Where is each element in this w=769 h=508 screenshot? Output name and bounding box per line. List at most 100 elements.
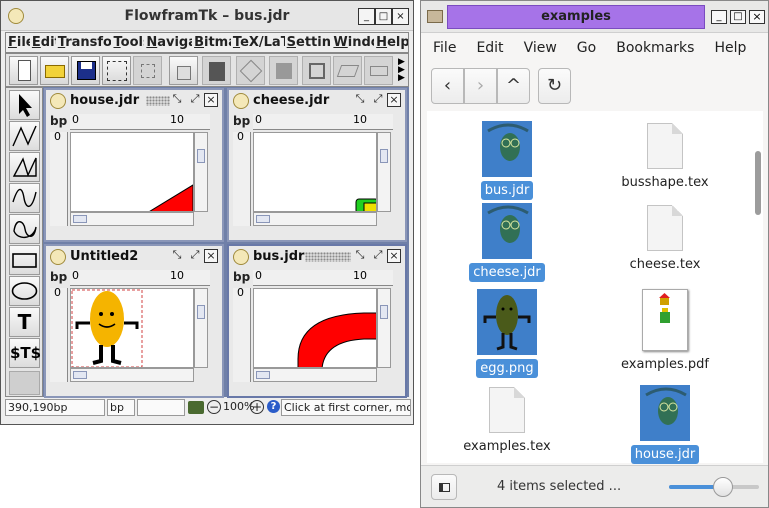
menu-help[interactable]: Help bbox=[702, 34, 754, 62]
menu-view[interactable]: View bbox=[512, 34, 565, 62]
file-item-examples-tex[interactable]: examples.tex bbox=[447, 387, 567, 456]
frame-titlebar[interactable]: bus.jdr ⤡ ⤢ × bbox=[229, 246, 405, 268]
rectangle-tool[interactable] bbox=[9, 245, 40, 275]
frame-close-button[interactable]: × bbox=[204, 93, 218, 107]
scroll-thumb[interactable] bbox=[256, 371, 270, 379]
menu-bitmap[interactable]: Bitmap bbox=[192, 33, 231, 52]
drawing-canvas[interactable] bbox=[253, 132, 377, 212]
maximize-button[interactable]: □ bbox=[730, 10, 746, 24]
menu-file[interactable]: File bbox=[6, 33, 30, 52]
horizontal-scrollbar[interactable] bbox=[70, 368, 194, 382]
document-frame-cheese[interactable]: cheese.jdr ⤡ ⤢ × bp 0 10 0 bbox=[227, 88, 407, 242]
frame-close-button[interactable]: × bbox=[387, 93, 401, 107]
document-frame-bus[interactable]: bus.jdr ⤡ ⤢ × bp 0 10 0 bbox=[227, 244, 407, 398]
closed-curve-tool[interactable] bbox=[9, 214, 40, 244]
toolbar-overflow-arrow[interactable]: ▶ ▶ ▶ bbox=[398, 58, 407, 84]
zoom-slider-handle[interactable] bbox=[713, 477, 733, 497]
menu-edit[interactable]: Edit bbox=[30, 33, 56, 52]
iconify-button[interactable]: ⤡ bbox=[170, 249, 184, 263]
frame-maximize-button[interactable]: ⤢ bbox=[188, 93, 202, 107]
back-button[interactable]: ‹ bbox=[431, 68, 464, 104]
frame-maximize-button[interactable]: ⤢ bbox=[371, 93, 385, 107]
menu-settings[interactable]: Settings bbox=[285, 33, 332, 52]
horizontal-scrollbar[interactable] bbox=[253, 212, 377, 226]
iconify-button[interactable]: ⤡ bbox=[353, 93, 367, 107]
zoom-out-icon[interactable]: − bbox=[207, 400, 221, 414]
text-tool[interactable]: T bbox=[9, 307, 40, 337]
menu-edit[interactable]: Edit bbox=[464, 34, 511, 62]
frame-close-button[interactable]: × bbox=[204, 249, 218, 263]
frame-titlebar[interactable]: Untitled2 ⤡ ⤢ × bbox=[46, 246, 222, 268]
house-shape-button[interactable] bbox=[169, 56, 198, 85]
select-all-button[interactable] bbox=[102, 56, 131, 85]
menu-file[interactable]: File bbox=[421, 34, 464, 62]
scroll-thumb[interactable] bbox=[256, 215, 270, 223]
unit-selector[interactable]: bp bbox=[107, 399, 135, 416]
up-button[interactable]: ^ bbox=[497, 68, 530, 104]
save-button[interactable] bbox=[71, 56, 100, 85]
file-item-examples-pdf[interactable]: examples.pdf bbox=[605, 289, 725, 374]
drawing-canvas[interactable] bbox=[253, 288, 377, 368]
minimize-button[interactable]: _ bbox=[711, 10, 727, 24]
frame-maximize-button[interactable]: ⤢ bbox=[188, 249, 202, 263]
vertical-scrollbar[interactable] bbox=[194, 132, 208, 212]
close-button[interactable]: × bbox=[749, 10, 765, 24]
scroll-thumb[interactable] bbox=[73, 215, 87, 223]
new-document-button[interactable] bbox=[9, 56, 38, 85]
sidebar-toggle-button[interactable] bbox=[431, 474, 457, 500]
zoom-in-icon[interactable]: + bbox=[250, 400, 264, 414]
tool-palette-overflow[interactable] bbox=[9, 371, 40, 395]
horizontal-scrollbar[interactable] bbox=[253, 368, 377, 382]
drawing-canvas[interactable] bbox=[70, 288, 194, 368]
menu-window[interactable]: Window bbox=[331, 33, 374, 52]
math-text-tool[interactable]: $T$ bbox=[9, 338, 41, 368]
select-tool[interactable] bbox=[9, 90, 40, 120]
ellipse-tool[interactable] bbox=[9, 276, 40, 306]
scroll-thumb[interactable] bbox=[380, 305, 388, 319]
menu-go[interactable]: Go bbox=[565, 34, 604, 62]
iconify-button[interactable]: ⤡ bbox=[353, 249, 367, 263]
document-frame-house[interactable]: house.jdr ⤡ ⤢ × bp 0 10 0 bbox=[44, 88, 224, 242]
vertical-scrollbar[interactable] bbox=[194, 288, 208, 368]
open-curve-tool[interactable] bbox=[9, 183, 40, 213]
menu-transform[interactable]: Transform bbox=[56, 33, 112, 52]
menu-tex-latex[interactable]: TeX/LaTeX bbox=[231, 33, 285, 52]
open-line-tool[interactable] bbox=[9, 121, 40, 151]
grid-lock-icon[interactable] bbox=[188, 401, 204, 414]
file-item-bus-jdr[interactable]: bus.jdr bbox=[447, 121, 567, 200]
open-button[interactable] bbox=[40, 56, 69, 85]
file-manager-titlebar[interactable]: examples _ □ × bbox=[421, 1, 768, 33]
frame-maximize-button[interactable]: ⤢ bbox=[371, 249, 385, 263]
vertical-scrollbar[interactable] bbox=[377, 132, 391, 212]
close-button[interactable]: × bbox=[392, 8, 409, 25]
minimize-button[interactable]: _ bbox=[358, 8, 375, 25]
frame-close-button[interactable]: × bbox=[387, 249, 401, 263]
scroll-thumb[interactable] bbox=[197, 305, 205, 319]
file-item-cheese-jdr[interactable]: cheese.jdr bbox=[447, 203, 567, 282]
forward-button[interactable]: › bbox=[464, 68, 497, 104]
menu-help[interactable]: Help bbox=[374, 33, 408, 52]
file-grid-scrollbar[interactable] bbox=[755, 151, 761, 215]
maximize-button[interactable]: □ bbox=[375, 8, 392, 25]
flowframtk-titlebar[interactable]: FlowframTk – bus.jdr _ □ × bbox=[1, 1, 413, 31]
file-item-cheese-tex[interactable]: cheese.tex bbox=[605, 205, 725, 274]
scroll-thumb[interactable] bbox=[73, 371, 87, 379]
frame-titlebar[interactable]: house.jdr ⤡ ⤢ × bbox=[46, 90, 222, 112]
iconify-button[interactable]: ⤡ bbox=[170, 93, 184, 107]
drawing-canvas[interactable] bbox=[70, 132, 194, 212]
frame-titlebar[interactable]: cheese.jdr ⤡ ⤢ × bbox=[229, 90, 405, 112]
reload-button[interactable]: ↻ bbox=[538, 68, 571, 104]
file-item-egg-png[interactable]: egg.png bbox=[447, 289, 567, 378]
vertical-scrollbar[interactable] bbox=[377, 288, 391, 368]
menu-navigate[interactable]: Navigate bbox=[144, 33, 192, 52]
file-item-house-jdr[interactable]: house.jdr bbox=[605, 385, 725, 464]
document-frame-untitled2[interactable]: Untitled2 ⤡ ⤢ × bp 0 10 0 bbox=[44, 244, 224, 398]
horizontal-scrollbar[interactable] bbox=[70, 212, 194, 226]
menu-tools[interactable]: Tools bbox=[111, 33, 144, 52]
menu-bookmarks[interactable]: Bookmarks bbox=[604, 34, 702, 62]
scroll-thumb[interactable] bbox=[197, 149, 205, 163]
closed-line-tool[interactable] bbox=[9, 152, 40, 182]
scroll-thumb[interactable] bbox=[380, 149, 388, 163]
file-item-busshape-tex[interactable]: busshape.tex bbox=[605, 123, 725, 192]
help-icon[interactable]: ? bbox=[267, 400, 280, 413]
